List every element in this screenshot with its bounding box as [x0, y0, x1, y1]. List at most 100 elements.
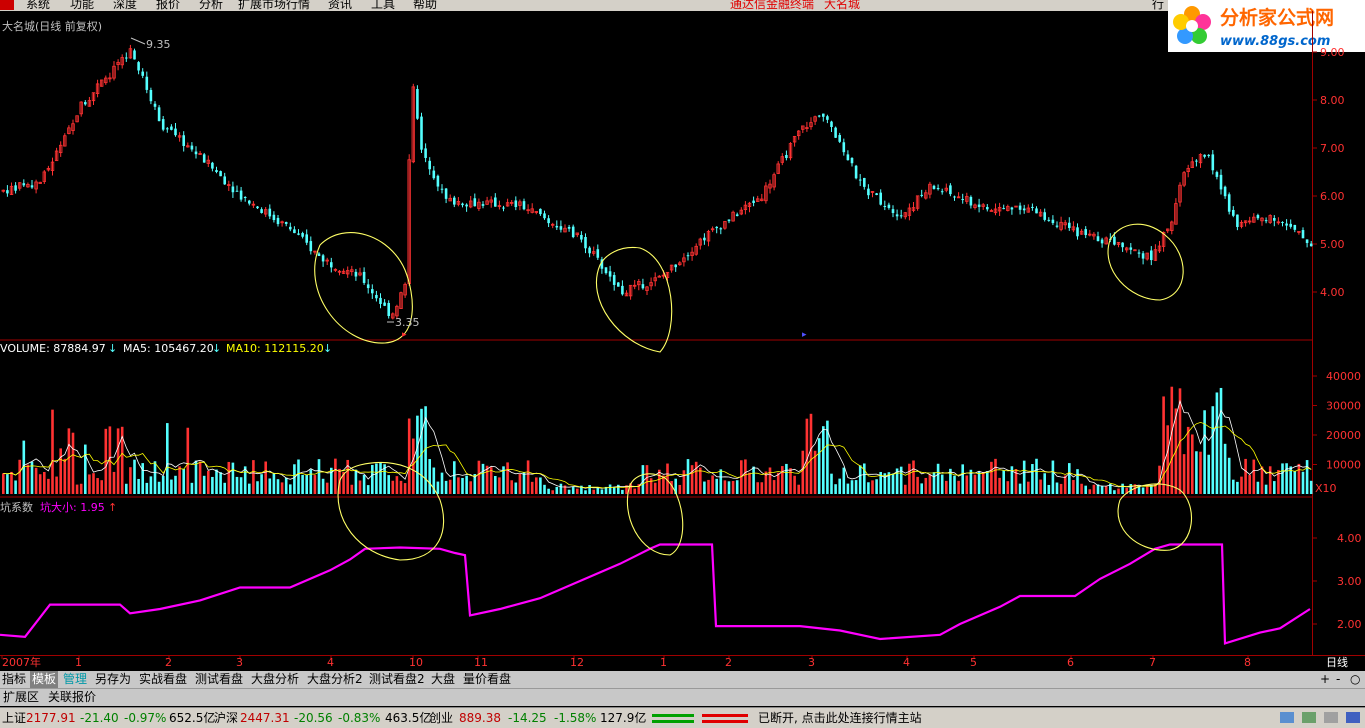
volume-bar	[79, 483, 83, 494]
tab-remove-button[interactable]: -	[1336, 672, 1340, 686]
volume-bar	[1035, 458, 1038, 494]
volume-bar	[522, 472, 526, 494]
candle-body	[879, 192, 882, 205]
hs-index-name: 沪深	[214, 711, 239, 725]
volume-bar	[1047, 484, 1051, 494]
ma5-down-arrow-icon: ↓	[212, 342, 221, 355]
x-axis: 2007年 1 2 3 4 10 11 12 1 2 3 4 5 6 7 8 日线	[1, 655, 1348, 669]
volume-bar	[748, 472, 751, 494]
volume-bar	[1141, 487, 1145, 494]
period-label[interactable]: 日线	[1326, 655, 1348, 669]
menu-system[interactable]: 系统	[26, 0, 50, 11]
candle-body	[284, 222, 288, 224]
tab-market-analysis[interactable]: 大盘分析	[251, 671, 299, 688]
candle-body	[567, 226, 571, 229]
volume-bar	[1232, 479, 1235, 494]
candle-body	[895, 214, 899, 217]
connection-status-message[interactable]: 已断开, 点击此处连接行情主站	[758, 708, 922, 728]
candle-body	[1100, 239, 1104, 244]
menu-extended-market[interactable]: 扩展市场行情	[238, 0, 310, 11]
tab-template[interactable]: 模板	[30, 671, 59, 688]
tab-test-watch[interactable]: 测试看盘	[195, 671, 243, 688]
x-tick-label: 1	[75, 656, 82, 669]
template-tab-bar: 指标 模板 管理 另存为 实战看盘 测试看盘 大盘分析 大盘分析2 测试看盘2 …	[0, 671, 1365, 688]
tab-live-watch[interactable]: 实战看盘	[139, 671, 187, 688]
indicator-tick-label: 2.00	[1337, 618, 1362, 631]
candle-body	[383, 302, 386, 306]
volume-bar	[252, 460, 255, 494]
volume-bar	[953, 475, 956, 494]
volume-bar	[715, 478, 718, 494]
candle-body	[194, 151, 198, 155]
candle-body	[1232, 209, 1235, 216]
volume-bar	[321, 478, 325, 494]
tab-indicator[interactable]: 指标	[2, 671, 26, 688]
menu-depth[interactable]: 深度	[113, 0, 137, 11]
price-tick-label: 4.00	[1320, 286, 1345, 299]
tab-market[interactable]: 大盘	[431, 671, 455, 688]
tab-volume-price[interactable]: 量价看盘	[463, 671, 511, 688]
x-tick-label: 4	[903, 656, 910, 669]
status-bar[interactable]: 上证 2177.91 -21.40 -0.97% 652.5亿 沪深 2447.…	[0, 707, 1365, 728]
candle-body	[1273, 218, 1276, 221]
volume-bar	[371, 464, 374, 494]
mail-icon	[1280, 712, 1294, 723]
volume-bar	[1211, 406, 1215, 494]
volume-bar	[407, 418, 411, 494]
menu-quote[interactable]: 报价	[156, 0, 180, 11]
candle-body	[1035, 208, 1038, 214]
candle-body	[260, 209, 263, 213]
menu-right-label[interactable]: 行	[1152, 0, 1164, 11]
menu-news[interactable]: 资讯	[328, 0, 352, 11]
menu-function[interactable]: 功能	[70, 0, 94, 11]
tab-add-button[interactable]: +	[1320, 672, 1330, 686]
candle-body	[182, 135, 185, 146]
volume-bar	[543, 484, 546, 494]
volume-bar	[141, 463, 144, 494]
tab-market-analysis-2[interactable]: 大盘分析2	[307, 671, 363, 688]
stock-chart[interactable]: 9.00 8.00 7.00 6.00 5.00 4.00 40000 30000 20000…	[0, 11, 1365, 671]
volume-bar	[535, 477, 538, 494]
candle-body	[522, 201, 526, 210]
volume-bar	[945, 480, 948, 494]
volume-bar	[1031, 464, 1034, 494]
indicator-name: 坑系数	[0, 500, 33, 514]
candle-body	[842, 142, 846, 153]
menu-analysis[interactable]: 分析	[199, 0, 223, 11]
tab-related-quotes[interactable]: 关联报价	[48, 689, 96, 705]
menu-help[interactable]: 帮助	[413, 0, 437, 11]
tab-manage[interactable]: 管理	[63, 671, 87, 688]
volume-bar	[1207, 454, 1210, 494]
candle-body	[547, 218, 550, 224]
indicator-tick-label: 3.00	[1337, 575, 1362, 588]
candle-body	[272, 214, 276, 221]
candle-body	[559, 226, 563, 230]
volume-bar	[1240, 476, 1243, 494]
volume-bars	[2, 386, 1313, 494]
candle-body	[375, 294, 378, 299]
tab-options-button[interactable]: ○	[1350, 672, 1360, 686]
tab-extension-area[interactable]: 扩展区	[3, 689, 39, 705]
menu-tools[interactable]: 工具	[371, 0, 395, 11]
volume-bar	[834, 484, 837, 494]
volume-bar	[797, 484, 800, 494]
volume-bar	[498, 477, 501, 494]
tab-test-watch-2[interactable]: 测试看盘2	[369, 671, 425, 688]
volume-bar	[248, 483, 251, 494]
volume-bar	[2, 473, 5, 494]
volume-bar	[137, 478, 140, 494]
volume-bar	[1199, 451, 1202, 494]
volume-bar	[1195, 451, 1198, 494]
price-tick-label: 9.00	[1320, 46, 1345, 59]
tab-save-as[interactable]: 另存为	[95, 671, 131, 688]
app-logo-icon	[0, 0, 14, 10]
volume-bar	[436, 481, 440, 494]
volume-bar	[1236, 481, 1239, 494]
volume-bar	[182, 468, 185, 494]
volume-bar	[1068, 463, 1071, 494]
volume-bar	[260, 474, 263, 494]
volume-bar	[18, 459, 21, 494]
volume-bar	[10, 471, 13, 494]
volume-bar	[928, 474, 932, 494]
indicator-value: 坑大小: 1.95	[40, 500, 105, 514]
